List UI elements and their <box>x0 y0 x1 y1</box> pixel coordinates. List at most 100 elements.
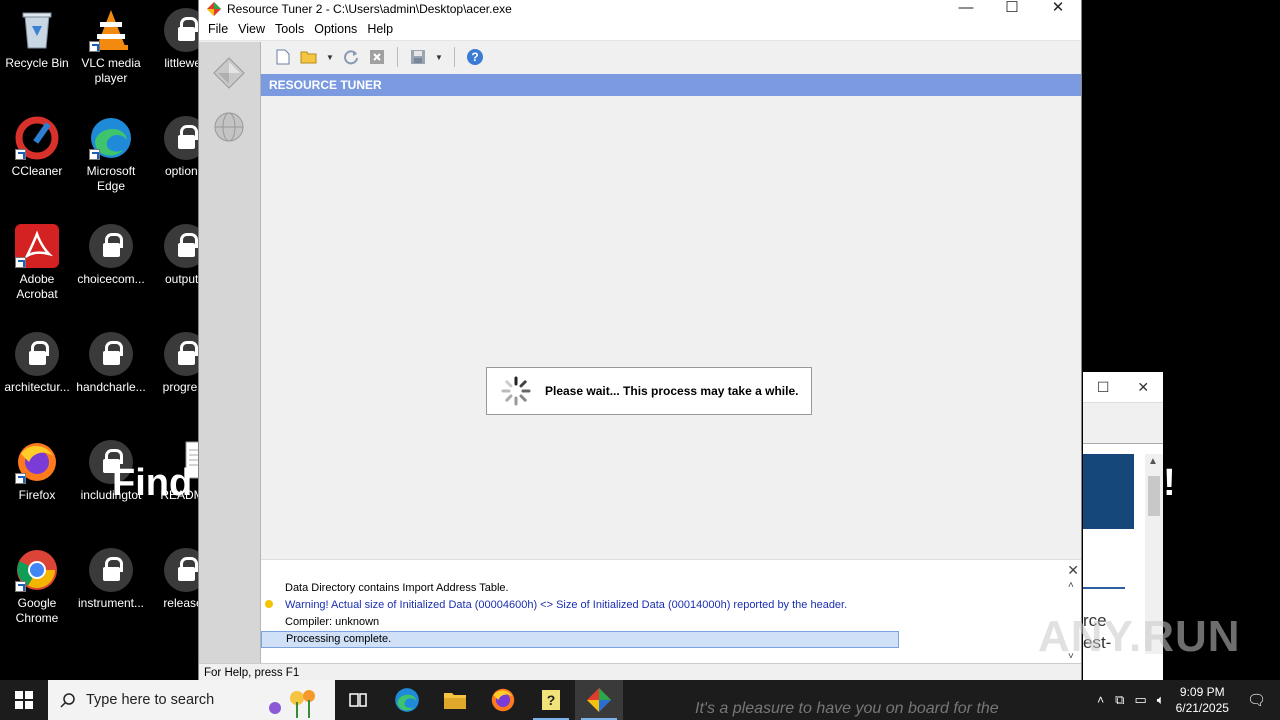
save-icon[interactable] <box>408 47 428 67</box>
toolbar-separator <box>397 47 398 67</box>
panel-header: RESOURCE TUNER <box>261 74 1081 96</box>
clock[interactable]: 9:09 PM 6/21/2025 <box>1176 684 1229 716</box>
lock-icon <box>15 332 59 376</box>
maximize-button[interactable]: ☐ <box>989 0 1035 18</box>
navigation-pane <box>199 42 261 664</box>
scrollbar-thumb[interactable] <box>1148 476 1160 516</box>
help-document-icon: ? <box>542 690 560 710</box>
firefox-icon <box>15 440 59 484</box>
lock-icon <box>89 548 133 592</box>
app-icon <box>207 1 221 16</box>
windows-logo-icon <box>15 691 33 709</box>
desktop-icon-ccleaner[interactable]: CCleaner <box>0 116 74 179</box>
scroll-up-icon[interactable]: ˄ <box>1068 580 1074 591</box>
log-pane[interactable]: ✕ Data Directory contains Import Address… <box>261 559 1081 664</box>
menu-help[interactable]: Help <box>362 22 398 36</box>
taskbar-edge[interactable] <box>383 680 431 720</box>
overlay-find-text: Find <box>112 462 193 504</box>
overlay-message: It's a pleasure to have you on board for… <box>695 700 999 717</box>
taskbar-search[interactable]: Type here to search <box>48 680 335 720</box>
desktop-icon-label: Google Chrome <box>15 596 59 625</box>
shortcut-arrow-icon <box>89 41 100 52</box>
help-icon[interactable]: ? <box>465 47 485 67</box>
desktop-icon-edge[interactable]: Microsoft Edge <box>74 116 148 194</box>
network-icon[interactable]: ⧉ <box>1115 692 1124 708</box>
resource-tuner-window[interactable]: Resource Tuner 2 - C:\Users\admin\Deskto… <box>198 0 1082 684</box>
firefox-icon <box>491 688 515 712</box>
chevron-down-icon[interactable]: ▼ <box>325 47 335 67</box>
menu-options[interactable]: Options <box>309 22 362 36</box>
taskbar-help-app[interactable]: ? <box>527 680 575 720</box>
ethernet-icon[interactable]: ▭ <box>1134 692 1146 708</box>
close-button[interactable]: ✕ <box>1035 0 1081 18</box>
start-button[interactable] <box>0 680 48 720</box>
main-content: Please wait... This process may take a w… <box>261 96 1081 558</box>
toolbar-separator <box>454 47 455 67</box>
clock-time: 9:09 PM <box>1179 685 1225 699</box>
window-title: Resource Tuner 2 - C:\Users\admin\Deskto… <box>227 1 512 16</box>
notification-icon[interactable]: 🗨︎ <box>1247 691 1266 709</box>
desktop-icon-instrument[interactable]: instrument... <box>74 548 148 611</box>
taskbar-firefox[interactable] <box>479 680 527 720</box>
background-window-exclaim: ! <box>1163 462 1176 504</box>
close-icon[interactable]: ✕ <box>1137 379 1149 396</box>
log-line: Compiler: unknown <box>285 616 380 628</box>
menu-tools[interactable]: Tools <box>270 22 309 36</box>
open-folder-icon[interactable] <box>299 47 319 67</box>
shortcut-arrow-icon <box>89 149 100 160</box>
log-line-selected[interactable]: Processing complete. <box>261 631 899 648</box>
desktop-icon-label: handcharle... <box>76 380 146 394</box>
desktop-icon-architecture[interactable]: architectur... <box>0 332 74 395</box>
minimize-button[interactable]: — <box>943 0 989 18</box>
taskbar: Type here to search ? ˄ ⧉ ▭ 🔈︎ 9:09 PM 6… <box>0 680 1280 720</box>
taskbar-resource-tuner[interactable] <box>575 680 623 720</box>
watermark: ANY.RUN <box>1038 612 1241 661</box>
svg-text:?: ? <box>547 692 556 708</box>
recycle-bin-icon <box>15 8 59 52</box>
desktop-icon-choicecom[interactable]: choicecom... <box>74 224 148 287</box>
edge-icon <box>89 116 133 160</box>
task-view-icon <box>349 693 367 707</box>
taskbar-file-explorer[interactable] <box>431 680 479 720</box>
log-line-warning: Warning! Actual size of Initialized Data… <box>285 599 848 611</box>
acrobat-icon <box>15 224 59 268</box>
menu-file[interactable]: File <box>203 22 233 36</box>
window-titlebar[interactable]: Resource Tuner 2 - C:\Users\admin\Deskto… <box>199 0 1081 17</box>
desktop-icon-google-chrome[interactable]: Google Chrome <box>0 548 74 626</box>
chevron-down-icon[interactable]: ▼ <box>434 47 444 67</box>
chevron-up-icon[interactable]: ˄ <box>1097 693 1104 707</box>
shortcut-arrow-icon <box>15 149 26 160</box>
desktop-icon-firefox[interactable]: Firefox <box>0 440 74 503</box>
chrome-icon <box>15 548 59 592</box>
wait-message: Please wait... This process may take a w… <box>545 384 799 398</box>
wait-dialog: Please wait... This process may take a w… <box>486 367 812 415</box>
system-tray: ˄ ⧉ ▭ 🔈︎ 9:09 PM 6/21/2025 🗨︎ <box>1091 680 1280 720</box>
desktop-icon-adobe-acrobat[interactable]: Adobe Acrobat <box>0 224 74 302</box>
maximize-icon[interactable]: ☐ <box>1097 379 1110 396</box>
divider <box>1083 587 1125 589</box>
menu-bar: File View Tools Options Help <box>199 17 1081 41</box>
warning-icon <box>265 600 273 608</box>
new-file-icon[interactable] <box>273 47 293 67</box>
navigation-arrows-icon[interactable] <box>212 56 246 90</box>
desktop-icon-label: choicecom... <box>77 272 145 286</box>
desktop-icon-handcharle[interactable]: handcharle... <box>74 332 148 395</box>
shortcut-arrow-icon <box>15 473 26 484</box>
close-icon[interactable]: ✕ <box>1067 562 1079 579</box>
task-view-button[interactable] <box>335 680 383 720</box>
stop-icon[interactable] <box>367 47 387 67</box>
desktop-icon-label: instrument... <box>77 596 145 610</box>
desktop-icon-label: Firefox <box>18 488 56 502</box>
lock-icon <box>89 224 133 268</box>
desktop-icon-label: Recycle Bin <box>5 56 69 70</box>
shortcut-arrow-icon <box>15 581 26 592</box>
scroll-up-icon[interactable]: ▲ <box>1148 456 1158 467</box>
refresh-icon[interactable] <box>341 47 361 67</box>
volume-icon[interactable]: 🔈︎ <box>1157 692 1165 708</box>
menu-view[interactable]: View <box>233 22 270 36</box>
desktop-icon-label: architectur... <box>4 380 70 394</box>
desktop-icon-recycle-bin[interactable]: Recycle Bin <box>0 8 74 71</box>
background-window-titlebar: ☐ ✕ <box>1083 372 1163 402</box>
globe-icon[interactable] <box>212 110 246 144</box>
desktop-icon-vlc[interactable]: VLC media player <box>74 8 148 86</box>
